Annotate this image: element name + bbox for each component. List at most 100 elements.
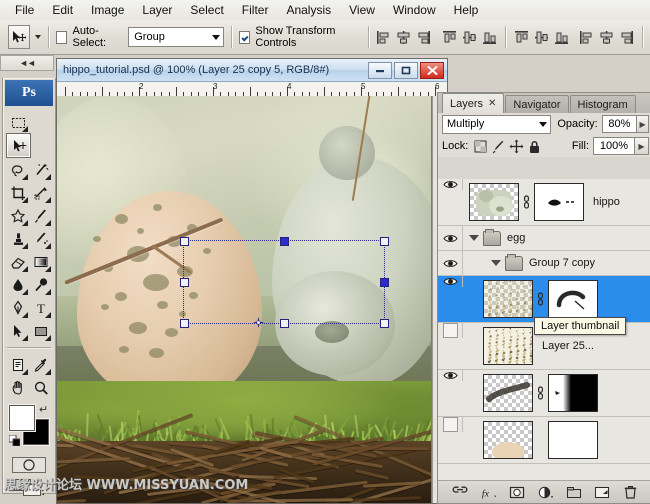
transform-handle[interactable] bbox=[180, 319, 189, 328]
default-colors-icon[interactable] bbox=[9, 435, 20, 446]
layer-row[interactable]: Group 7 copy bbox=[438, 251, 650, 276]
eyedropper-tool[interactable] bbox=[29, 353, 52, 376]
quick-mask-mode-icon[interactable] bbox=[12, 457, 46, 473]
layer-row[interactable] bbox=[438, 417, 650, 464]
distribute-horizontal-buttons-group[interactable] bbox=[578, 29, 635, 46]
horizontal-type-tool[interactable]: T bbox=[29, 296, 52, 319]
document-title-bar[interactable]: hippo_tutorial.psd @ 100% (Layer 25 copy… bbox=[57, 59, 447, 82]
auto-select-checkbox[interactable] bbox=[56, 31, 67, 44]
group-expand-triangle-icon[interactable] bbox=[469, 235, 479, 241]
rectangular-marquee-tool[interactable] bbox=[6, 110, 29, 133]
lock-all-icon[interactable] bbox=[527, 139, 542, 154]
new-layer-button[interactable] bbox=[594, 485, 610, 499]
distribute-left-edges-icon[interactable] bbox=[578, 29, 595, 46]
dodge-tool[interactable] bbox=[29, 273, 52, 296]
layer-visibility-toggle[interactable] bbox=[438, 417, 463, 432]
transform-handle[interactable] bbox=[180, 278, 189, 287]
move-tool[interactable] bbox=[6, 133, 31, 158]
opacity-input[interactable]: 80% bbox=[602, 115, 637, 133]
lasso-tool[interactable] bbox=[6, 158, 29, 181]
notes-tool[interactable] bbox=[6, 353, 29, 376]
distribute-vertical-centers-icon[interactable] bbox=[533, 29, 550, 46]
blend-mode-dropdown[interactable]: Multiply bbox=[442, 115, 551, 134]
magic-wand-tool[interactable] bbox=[29, 158, 52, 181]
distribute-horizontal-centers-icon[interactable] bbox=[598, 29, 615, 46]
distribute-top-edges-icon[interactable] bbox=[513, 29, 530, 46]
align-bottom-edges-icon[interactable] bbox=[481, 29, 498, 46]
layer-thumbnail[interactable] bbox=[483, 421, 533, 459]
move-tool-icon[interactable] bbox=[8, 25, 30, 49]
layer-thumbnail[interactable] bbox=[483, 327, 533, 365]
layer-mask-link-icon[interactable] bbox=[536, 292, 545, 306]
layer-visibility-toggle[interactable] bbox=[438, 276, 463, 287]
transform-bounding-box[interactable] bbox=[183, 240, 385, 324]
menu-item-select[interactable]: Select bbox=[181, 1, 232, 19]
swap-colors-icon[interactable]: ↵ bbox=[39, 403, 48, 416]
new-adjustment-layer-button[interactable] bbox=[537, 485, 553, 499]
transform-handle[interactable] bbox=[280, 319, 289, 328]
distribute-bottom-edges-icon[interactable] bbox=[553, 29, 570, 46]
layer-row[interactable] bbox=[438, 276, 650, 323]
menu-item-filter[interactable]: Filter bbox=[233, 1, 278, 19]
hand-tool[interactable] bbox=[6, 376, 29, 399]
crop-tool[interactable] bbox=[6, 181, 29, 204]
layer-row[interactable]: hippo bbox=[438, 179, 650, 226]
lock-image-pixels-icon[interactable] bbox=[491, 139, 506, 154]
layer-visibility-toggle[interactable] bbox=[438, 179, 463, 190]
layer-mask-thumbnail[interactable] bbox=[548, 374, 598, 412]
maximize-button[interactable] bbox=[394, 62, 418, 79]
close-button[interactable] bbox=[420, 62, 444, 79]
align-right-edges-icon[interactable] bbox=[415, 29, 432, 46]
align-left-edges-icon[interactable] bbox=[375, 29, 392, 46]
show-transform-controls-checkbox[interactable] bbox=[239, 31, 250, 44]
menu-item-help[interactable]: Help bbox=[445, 1, 488, 19]
transform-handle[interactable] bbox=[180, 237, 189, 246]
delete-layer-button[interactable] bbox=[623, 485, 639, 499]
canvas-area[interactable] bbox=[57, 96, 447, 503]
menu-item-image[interactable]: Image bbox=[82, 1, 133, 19]
layer-visibility-toggle[interactable] bbox=[438, 226, 463, 250]
transform-handle[interactable] bbox=[380, 319, 389, 328]
eraser-tool[interactable] bbox=[6, 250, 29, 273]
lock-position-icon[interactable] bbox=[509, 139, 524, 154]
fill-input[interactable]: 100% bbox=[593, 137, 635, 155]
align-horizontal-centers-icon[interactable] bbox=[395, 29, 412, 46]
menu-item-layer[interactable]: Layer bbox=[133, 1, 181, 19]
auto-select-dropdown[interactable]: Group bbox=[128, 27, 224, 47]
tool-preset-caret-icon[interactable] bbox=[35, 35, 41, 39]
canvas-image[interactable] bbox=[57, 96, 431, 503]
tab-histogram[interactable]: Histogram bbox=[570, 95, 636, 113]
layer-visibility-toggle[interactable] bbox=[438, 323, 463, 338]
gradient-tool[interactable] bbox=[29, 250, 52, 273]
minimize-button[interactable] bbox=[368, 62, 392, 79]
layer-row[interactable] bbox=[438, 370, 650, 417]
distribute-right-edges-icon[interactable] bbox=[618, 29, 635, 46]
tab-navigator[interactable]: Navigator bbox=[505, 95, 568, 113]
menu-item-window[interactable]: Window bbox=[384, 1, 445, 19]
layer-mask-thumbnail[interactable] bbox=[534, 183, 584, 221]
menu-item-edit[interactable]: Edit bbox=[43, 1, 82, 19]
menu-item-file[interactable]: File bbox=[6, 1, 43, 19]
rectangle-tool[interactable] bbox=[29, 319, 52, 342]
lock-transparent-pixels-icon[interactable] bbox=[473, 139, 488, 154]
add-layer-mask-button[interactable] bbox=[509, 485, 525, 499]
transform-handle[interactable] bbox=[380, 278, 389, 287]
pen-tool[interactable] bbox=[6, 296, 29, 319]
layer-mask-thumbnail[interactable] bbox=[548, 280, 598, 318]
path-selection-tool[interactable] bbox=[6, 319, 29, 342]
history-brush-tool[interactable] bbox=[29, 227, 52, 250]
brush-tool[interactable] bbox=[29, 204, 52, 227]
layer-thumbnail[interactable] bbox=[483, 374, 533, 412]
align-vertical-buttons-group[interactable] bbox=[441, 29, 498, 46]
collapse-panel-button[interactable]: ◄◄ bbox=[0, 55, 54, 71]
layer-row[interactable]: egg bbox=[438, 226, 650, 251]
distribute-buttons-group[interactable] bbox=[513, 29, 570, 46]
zoom-tool[interactable] bbox=[29, 376, 52, 399]
transform-reference-point[interactable] bbox=[253, 317, 264, 328]
align-top-edges-icon[interactable] bbox=[441, 29, 458, 46]
layer-mask-link-icon[interactable] bbox=[536, 386, 545, 400]
align-vertical-centers-icon[interactable] bbox=[461, 29, 478, 46]
tab-layers[interactable]: Layers✕ bbox=[442, 93, 504, 113]
blur-tool[interactable] bbox=[6, 273, 29, 296]
spot-healing-brush-tool[interactable] bbox=[6, 204, 29, 227]
